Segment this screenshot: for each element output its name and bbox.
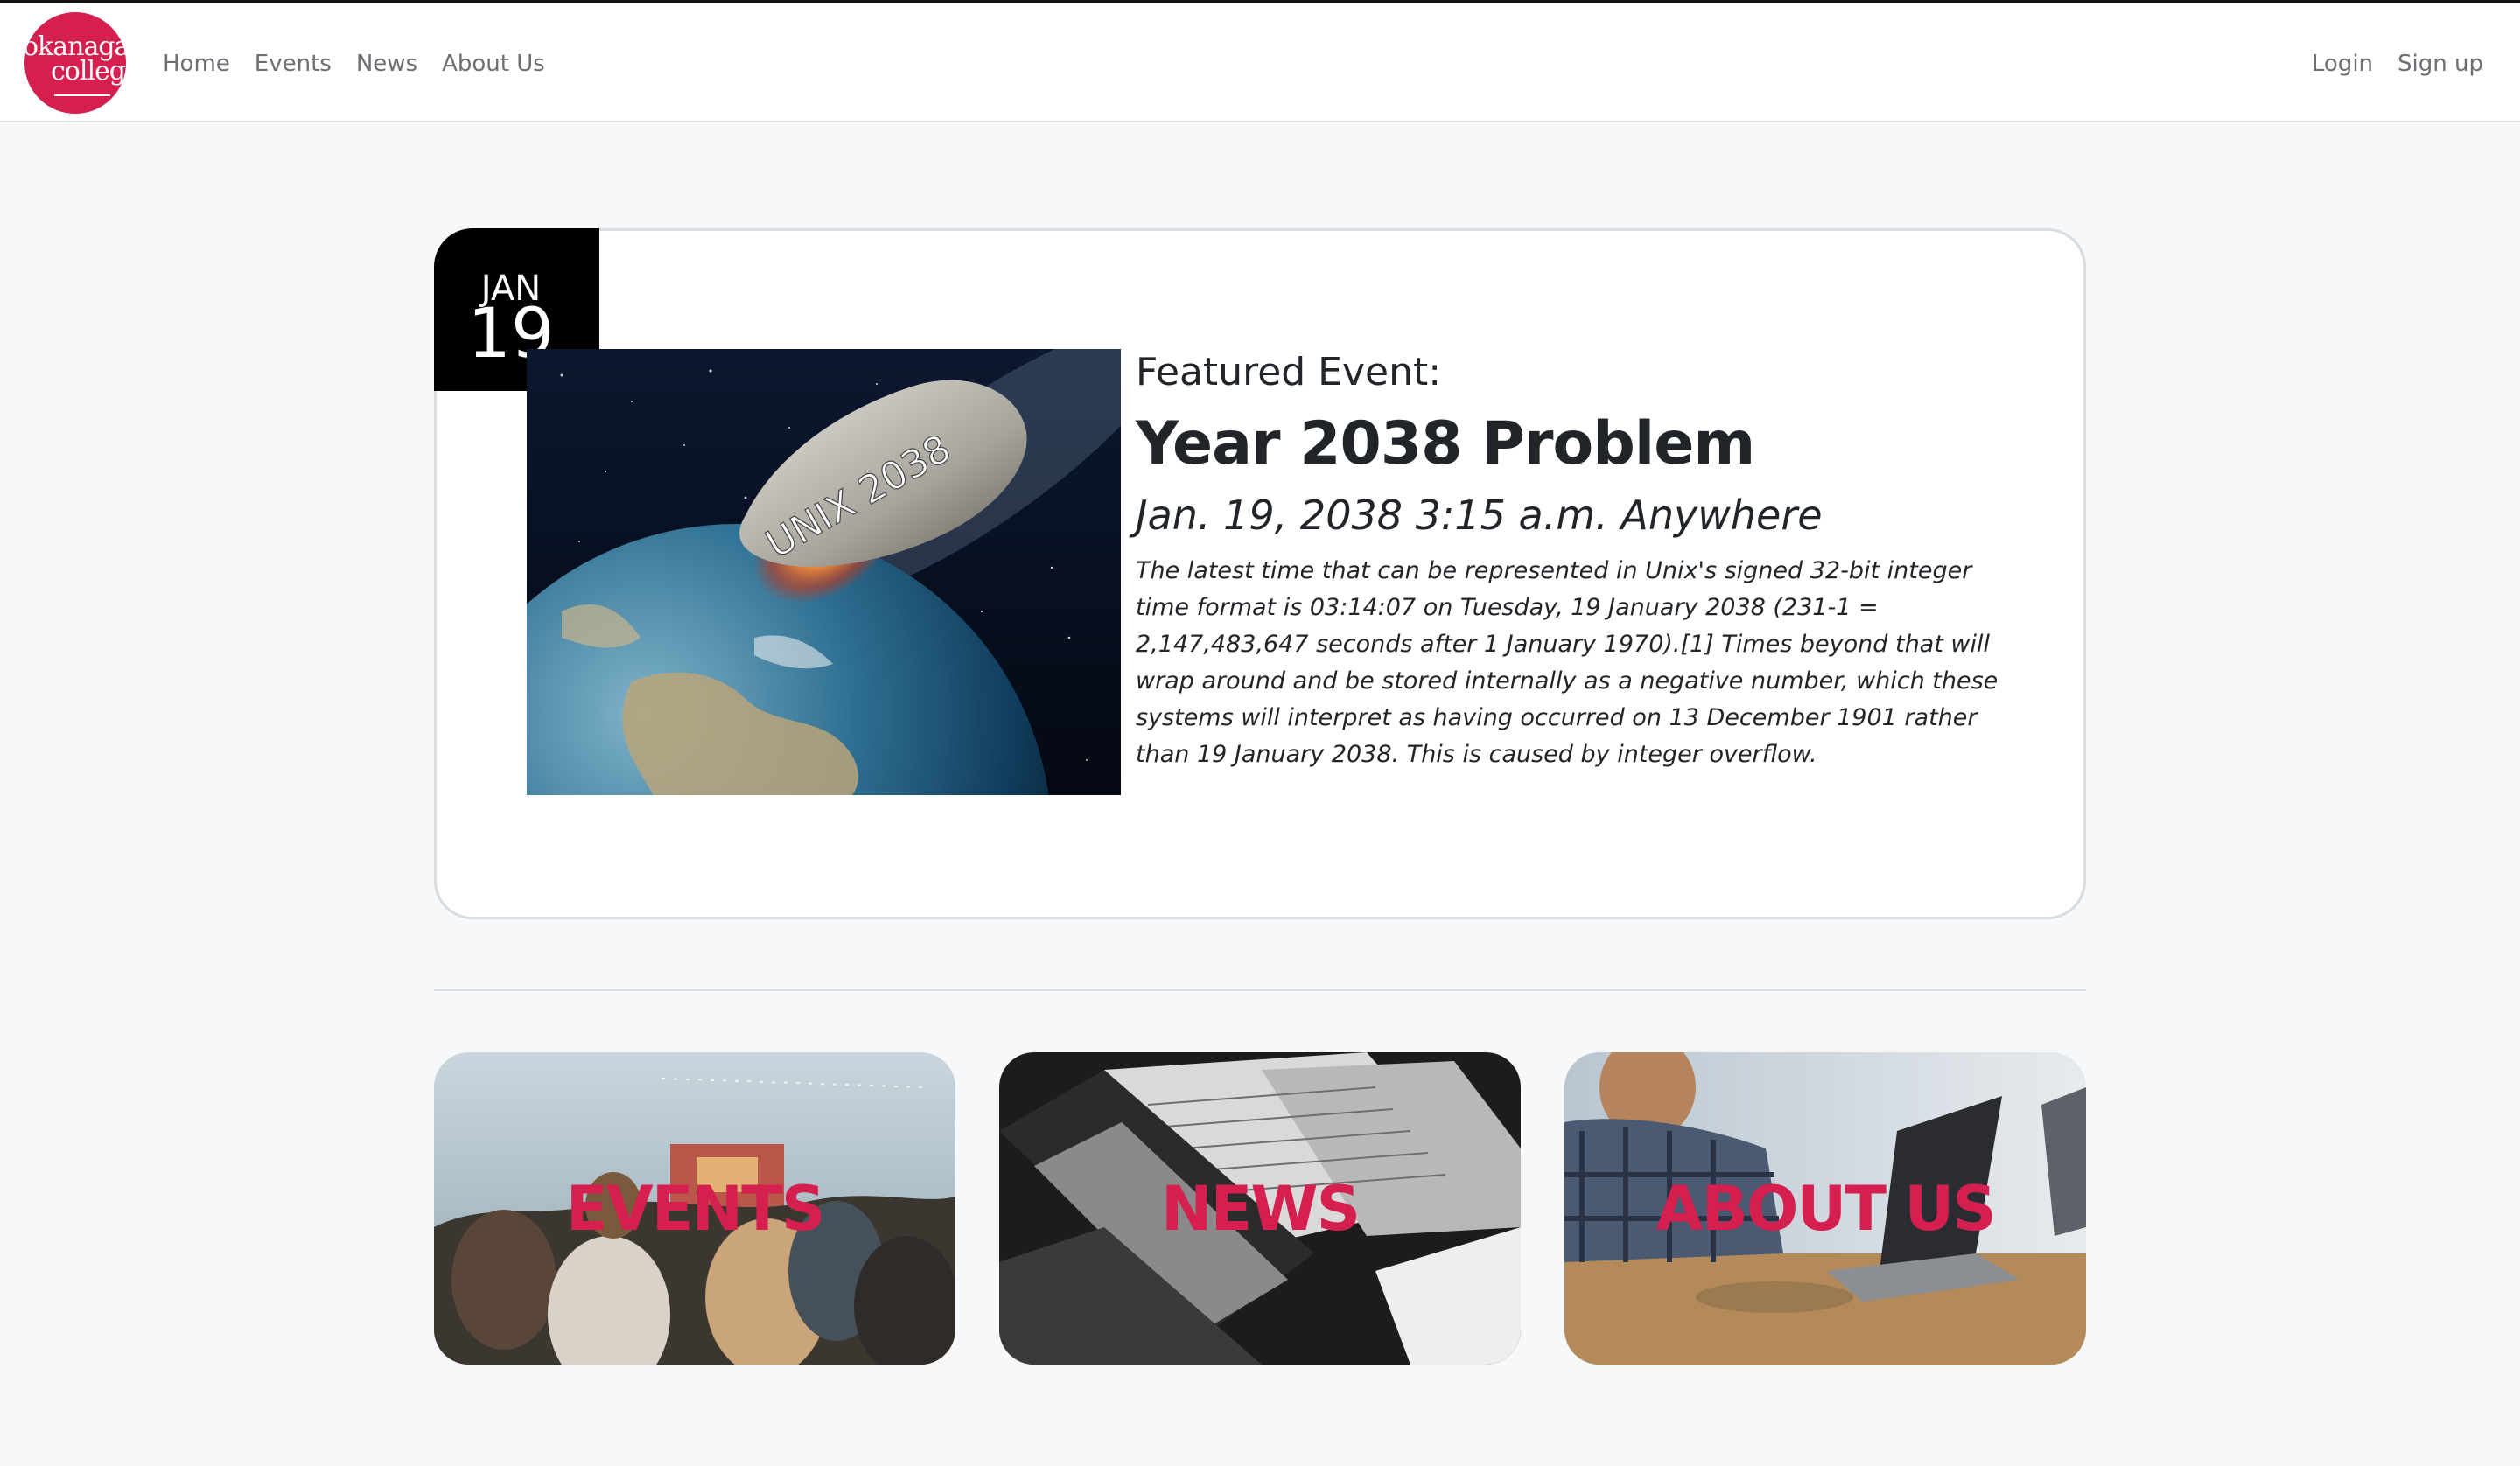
- section-divider: [434, 989, 2086, 991]
- signup-link[interactable]: Sign up: [2398, 48, 2483, 80]
- login-link[interactable]: Login: [2312, 48, 2373, 80]
- nav-about-link[interactable]: About Us: [442, 48, 545, 80]
- about-tile[interactable]: ABOUT US: [1564, 1052, 2086, 1365]
- events-tile[interactable]: EVENTS: [434, 1052, 956, 1365]
- main-nav: Home Events News About Us: [163, 48, 545, 80]
- nav-home-link[interactable]: Home: [163, 48, 230, 80]
- event-title: Year 2038 Problem: [1136, 409, 1755, 478]
- logo-text-line2: college: [51, 56, 126, 87]
- college-logo[interactable]: okanagan college: [24, 12, 126, 114]
- featured-label: Featured Event:: [1136, 350, 1442, 394]
- top-navbar: okanagan college Home Events News About …: [0, 0, 2520, 122]
- nav-events-link[interactable]: Events: [255, 48, 332, 80]
- event-description: The latest time that can be represented …: [1136, 557, 1998, 768]
- event-datetime: Jan. 19, 2038 3:15 a.m. Anywhere: [1136, 492, 1823, 539]
- news-tile[interactable]: NEWS: [999, 1052, 1521, 1365]
- logo-underline: [54, 94, 110, 96]
- events-tile-label: EVENTS: [565, 1172, 826, 1245]
- news-tile-label: NEWS: [1160, 1172, 1361, 1245]
- nav-news-link[interactable]: News: [356, 48, 417, 80]
- featured-event-image: UNIX 2038: [527, 349, 1121, 795]
- about-tile-label: ABOUT US: [1656, 1172, 1996, 1245]
- auth-nav: Login Sign up: [2312, 48, 2483, 80]
- asteroid-earth-illustration: UNIX 2038: [527, 349, 1121, 795]
